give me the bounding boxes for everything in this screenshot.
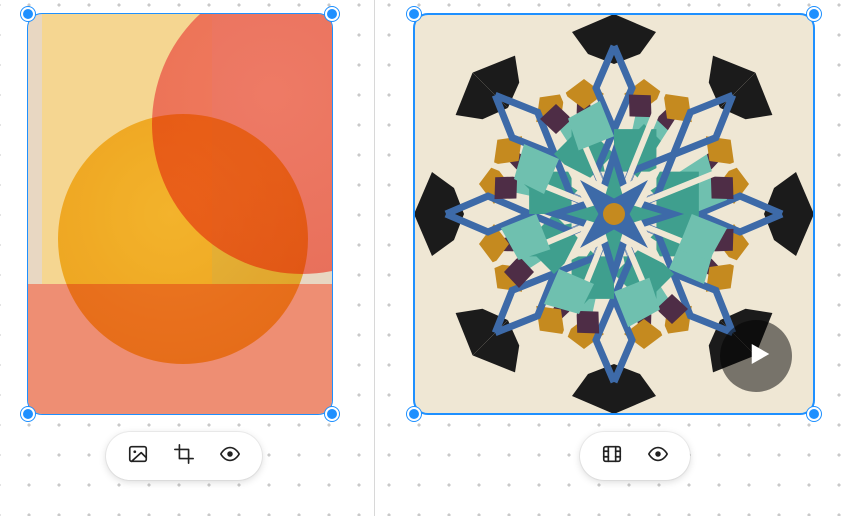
image-frame[interactable]	[28, 14, 332, 414]
resize-handle-ne[interactable]	[325, 7, 339, 21]
image-toolbar	[106, 432, 262, 480]
eye-icon	[647, 443, 669, 469]
image-content-abstract	[28, 14, 332, 414]
image-icon	[127, 443, 149, 469]
resize-handle-se[interactable]	[807, 407, 821, 421]
canvas-item-video[interactable]	[414, 14, 814, 414]
crop-button[interactable]	[172, 444, 196, 468]
film-icon	[601, 443, 623, 469]
play-icon	[739, 339, 773, 373]
panel-divider	[374, 0, 375, 516]
play-overlay[interactable]	[720, 320, 792, 392]
video-toolbar	[580, 432, 690, 480]
canvas-item-image[interactable]	[28, 14, 332, 414]
video-frame[interactable]	[414, 14, 814, 414]
resize-handle-se[interactable]	[325, 407, 339, 421]
resize-handle-ne[interactable]	[807, 7, 821, 21]
resize-handle-nw[interactable]	[407, 7, 421, 21]
resize-handle-sw[interactable]	[407, 407, 421, 421]
preview-button[interactable]	[646, 444, 670, 468]
crop-icon	[173, 443, 195, 469]
resize-handle-nw[interactable]	[21, 7, 35, 21]
preview-button[interactable]	[218, 444, 242, 468]
eye-icon	[219, 443, 241, 469]
image-button[interactable]	[126, 444, 150, 468]
resize-handle-sw[interactable]	[21, 407, 35, 421]
video-button[interactable]	[600, 444, 624, 468]
